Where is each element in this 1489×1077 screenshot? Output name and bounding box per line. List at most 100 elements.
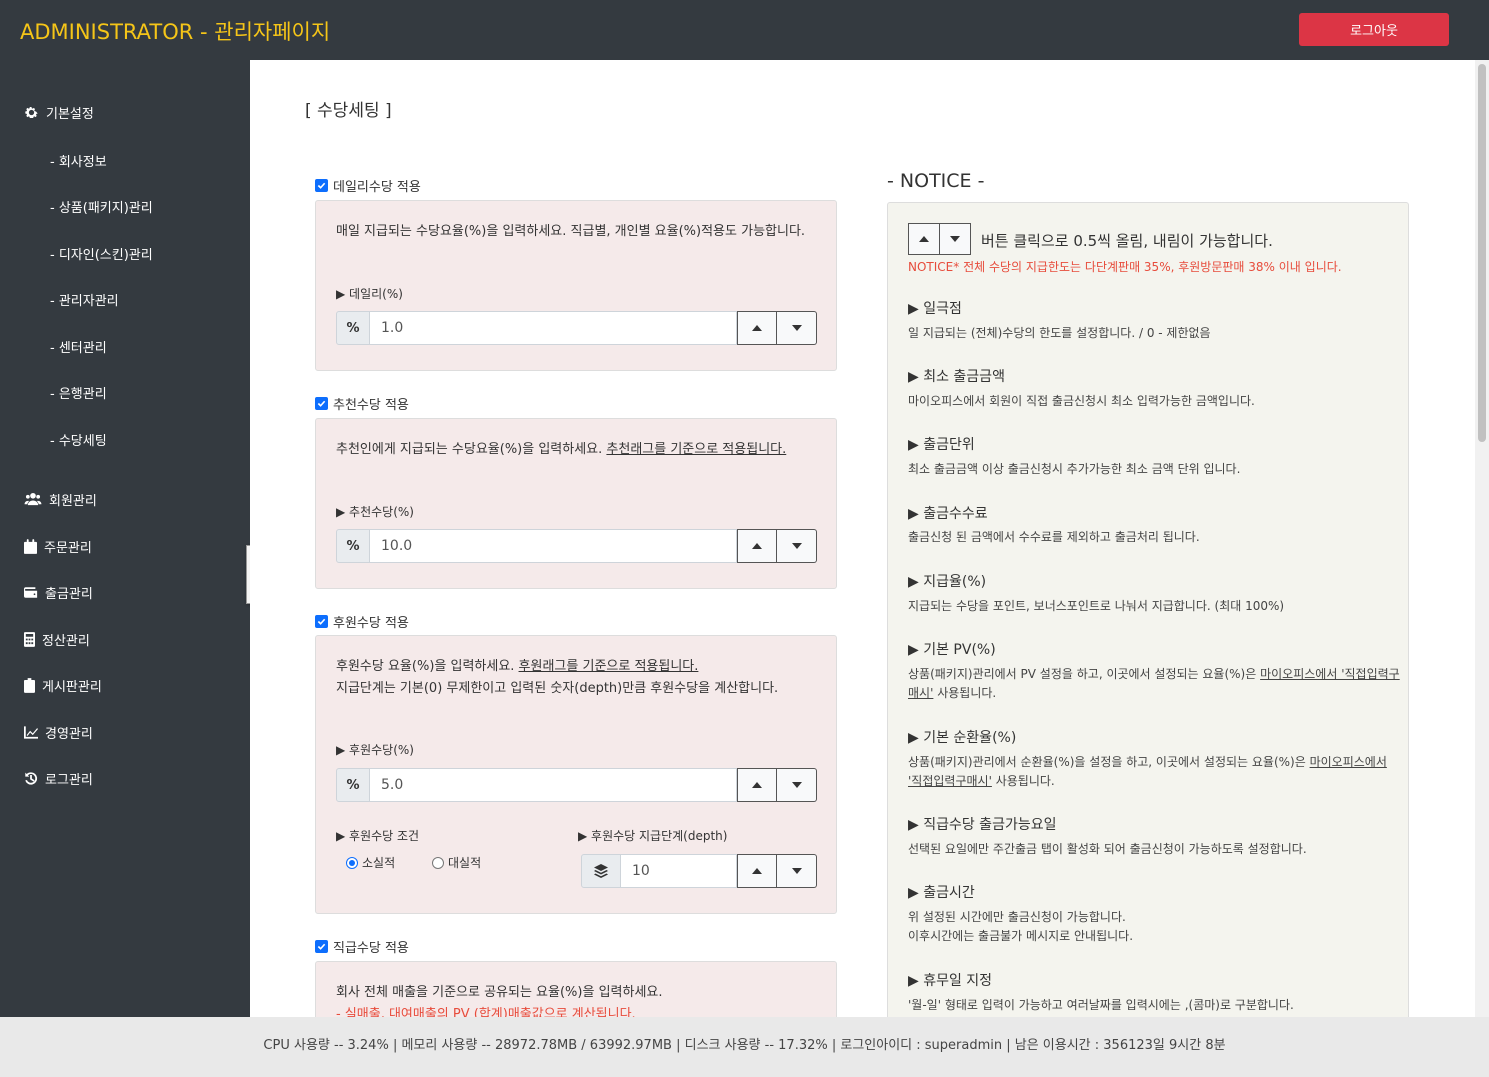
main-content: [ 수당세팅 ] 데일리수당 적용 매일 지급되는 수당요율(%)을 입력하세요… [250,60,1475,1017]
notice-item-head: ▶ 지급율(%) [908,574,987,590]
notice-item-head: ▶ 출금단위 [908,437,975,453]
notice-item-text: 선택된 요일에만 주간출금 탭이 활성화 되어 출금신청이 가능하도록 설정합니… [908,842,1307,856]
caret-down-icon [791,543,802,549]
sidebar-item-label: 기본설정 [46,107,94,122]
content-scrollbar[interactable] [1475,60,1489,1017]
radio-unselected[interactable] [432,856,444,869]
referral-input-group: % 10.0 [336,529,817,563]
calculator-icon [24,632,35,647]
radio-small-label: 소실적 [362,856,396,870]
referral-underline-text: 추천래그를 기준으로 적용됩니다. [606,442,787,457]
sponsor-rate-input[interactable]: 5.0 [370,768,737,802]
sidebar-item-withdrawals[interactable]: 출금관리 [24,583,93,602]
sidebar-subitem-bank[interactable]: - 은행관리 [50,383,107,402]
sponsor-input-group: % 5.0 [336,768,817,802]
sidebar-item-label: 정산관리 [42,634,90,649]
notice-down-button [939,223,971,255]
notice-item-head: ▶ 직급수당 출금가능요일 [908,817,1057,833]
checkbox-checked[interactable] [315,615,328,628]
users-icon [24,492,42,506]
radio-large-label: 대실적 [448,856,482,870]
checkbox-checked[interactable] [315,940,328,953]
notice-item-head: ▶ 출금시간 [908,885,975,901]
sidebar-item-label: 경영관리 [45,727,93,742]
sponsor-underline-text: 후원래그를 기준으로 적용됩니다. [518,659,699,674]
sidebar-subitem-product[interactable]: - 상품(패키지)관리 [50,197,153,216]
sidebar-item-label: 주문관리 [44,541,92,556]
scrollbar-thumb[interactable] [1478,64,1486,442]
referral-decrement-button[interactable] [777,529,817,563]
rank-checkbox[interactable]: 직급수당 적용 [315,937,409,956]
sidebar-item-members[interactable]: 회원관리 [24,490,97,509]
clipboard-icon [24,678,35,693]
calendar-icon [24,539,37,554]
sidebar-item-management[interactable]: 경영관리 [24,723,93,742]
sponsor-depth-label: ▶ 후원수당 지급단계(depth) [578,829,728,843]
sidebar-item-board[interactable]: 게시판관리 [24,676,102,695]
checkbox-checked[interactable] [315,397,328,410]
notice-item-head: ▶ 기본 순환율(%) [908,730,1017,746]
referral-panel: 추천인에게 지급되는 수당요율(%)을 입력하세요. 추천래그를 기준으로 적용… [315,418,837,589]
daily-field-label: ▶ 데일리(%) [336,287,403,301]
notice-item-text: 상품(패키지)관리에서 PV 설정을 하고, 이곳에서 설정되는 요율(%)은 … [908,667,1400,700]
referral-description: 추천인에게 지급되는 수당요율(%)을 입력하세요. 추천래그를 기준으로 적용… [336,442,787,457]
radio-large-performance[interactable]: 대실적 [432,854,481,871]
daily-rate-input[interactable]: 1.0 [370,311,737,345]
sponsor-depth-input[interactable]: 10 [621,854,737,888]
sidebar-item-settlement[interactable]: 정산관리 [24,630,90,649]
gear-icon [25,106,38,119]
notice-item-text: 마이오피스에서 회원이 직접 출금신청시 최소 입력가능한 금액입니다. [908,394,1255,408]
referral-rate-input[interactable]: 10.0 [370,529,737,563]
sidebar-item-logs[interactable]: 로그관리 [24,769,93,788]
depth-increment-button[interactable] [737,854,777,888]
notice-item-head: ▶ 기본 PV(%) [908,642,996,658]
percent-icon: % [336,311,370,345]
notice-item-text: 일 지급되는 (전체)수당의 한도를 설정합니다. / 0 - 제한없음 [908,326,1211,340]
radio-selected[interactable] [346,856,358,869]
brand-title: ADMINISTRATOR - 관리자페이지 [20,20,331,44]
caret-down-icon [791,325,802,331]
sidebar-item-label: 회원관리 [49,494,97,509]
notice-intro: 버튼 클릭으로 0.5씩 올림, 내림이 가능합니다. [981,232,1273,250]
referral-field-label: ▶ 추천수당(%) [336,505,414,519]
daily-increment-button[interactable] [737,311,777,345]
percent-icon: % [336,768,370,802]
notice-item-text: 위 설정된 시간에만 출금신청이 가능합니다. 이후시간에는 출금불가 메시지로 … [908,910,1134,943]
caret-up-icon [752,868,762,874]
logout-button[interactable]: 로그아웃 [1299,13,1449,46]
sidebar-subitem-admin[interactable]: - 관리자관리 [50,290,119,309]
sidebar-item-basic-settings[interactable]: 기본설정 [24,103,94,122]
sponsor-condition-label: ▶ 후원수당 조건 [336,829,420,843]
sponsor-decrement-button[interactable] [777,768,817,802]
notice-warning: NOTICE* 전체 수당의 지급한도는 다단계판매 35%, 후원방문판매 3… [908,260,1342,274]
sponsor-increment-button[interactable] [737,768,777,802]
rank-description: 회사 전체 매출을 기준으로 공유되는 요율(%)을 입력하세요. - 실매출, … [336,982,816,1017]
sidebar-subitem-design[interactable]: - 디자인(스킨)관리 [50,244,153,263]
referral-checkbox[interactable]: 추천수당 적용 [315,394,409,413]
notice-item-head: ▶ 일극점 [908,301,962,317]
page-title: [ 수당세팅 ] [305,101,392,121]
sidebar: 기본설정 - 회사정보 - 상품(패키지)관리 - 디자인(스킨)관리 - 관리… [0,60,250,1017]
notice-item-text: '월-일' 형태로 입력이 가능하고 여러날짜를 입력시에는 ,(콤마)로 구분… [908,998,1294,1012]
daily-checkbox[interactable]: 데일리수당 적용 [315,176,421,195]
sidebar-subitem-center[interactable]: - 센터관리 [50,337,107,356]
checkbox-checked[interactable] [315,179,328,192]
daily-description: 매일 지급되는 수당요율(%)을 입력하세요. 직급별, 개인별 요율(%)적용… [336,224,806,239]
daily-input-group: % 1.0 [336,311,817,345]
radio-small-performance[interactable]: 소실적 [346,854,395,871]
sponsor-depth-input-group: 10 [581,854,817,888]
chart-line-icon [24,726,38,739]
notice-item-head: ▶ 출금수수료 [908,506,988,522]
referral-checkbox-label: 추천수당 적용 [333,398,409,413]
referral-increment-button[interactable] [737,529,777,563]
sponsor-checkbox[interactable]: 후원수당 적용 [315,612,409,631]
sidebar-subitem-allowance[interactable]: - 수당세팅 [50,430,107,449]
notice-item-text: 상품(패키지)관리에서 순환율(%)을 설정을 하고, 이곳에서 설정되는 요율… [908,755,1387,788]
sponsor-description: 후원수당 요율(%)을 입력하세요. 후원래그를 기준으로 적용됩니다. 지급단계… [336,659,779,696]
notice-item-text: 출금신청 된 금액에서 수수료를 제외하고 출금처리 됩니다. [908,530,1200,544]
rank-warning: - 실매출, 대여매출의 PV (합계)매출값으로 계산됩니다. [336,1007,636,1017]
daily-decrement-button[interactable] [777,311,817,345]
sidebar-subitem-company-info[interactable]: - 회사정보 [50,151,107,170]
sidebar-item-orders[interactable]: 주문관리 [24,537,92,556]
depth-decrement-button[interactable] [777,854,817,888]
